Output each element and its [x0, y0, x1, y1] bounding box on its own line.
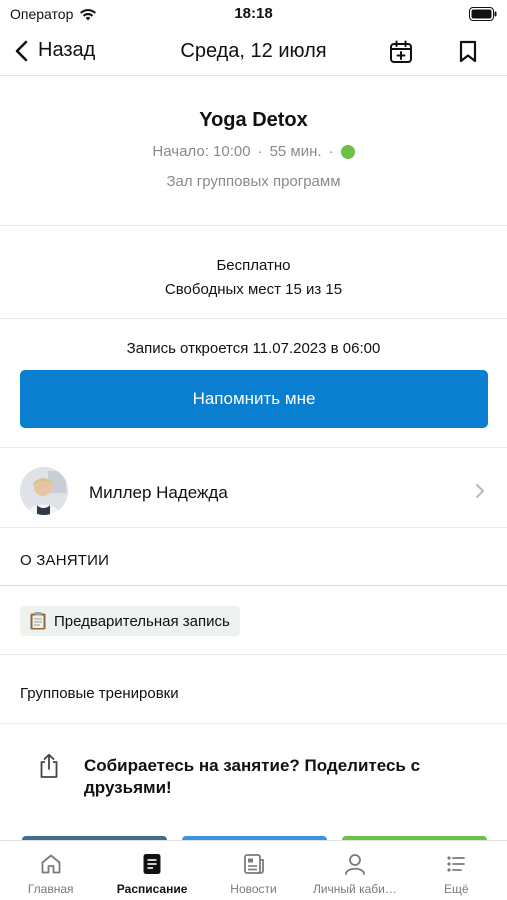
class-title: Yoga Detox	[199, 109, 308, 131]
class-hall: Зал групповых программ	[166, 173, 341, 190]
navigation-bar: Назад Среда, 12 июля	[0, 30, 507, 76]
class-info-section: Yoga Detox Начало: 10:00 · 55 мин. · Зал…	[0, 77, 507, 226]
clipboard-icon	[30, 612, 46, 630]
chevron-left-icon	[15, 40, 28, 61]
share-row[interactable]: Собираетесь на занятие? Поделитесь с дру…	[0, 725, 507, 818]
home-icon	[41, 854, 61, 874]
tab-bar: Главная Расписание Новости Личный каби…	[0, 840, 507, 900]
tab-label: Новости	[230, 882, 277, 896]
separator: ·	[328, 143, 334, 160]
tag-section: Предварительная запись	[0, 587, 507, 655]
tag-chip: Предварительная запись	[20, 606, 240, 636]
share-icon	[40, 753, 58, 778]
trainer-name: Миллер Надежда	[89, 483, 228, 502]
tab-label: Личный каби…	[312, 882, 397, 896]
price: Бесплатно	[216, 257, 291, 274]
tab-schedule[interactable]: Расписание	[101, 841, 202, 900]
chevron-right-icon	[476, 484, 484, 498]
news-icon	[243, 854, 264, 874]
pricing-section: Бесплатно Свободных мест 15 из 15	[0, 227, 507, 319]
section-title: О ЗАНЯТИИ	[20, 552, 110, 569]
battery-icon	[469, 7, 497, 21]
tab-label: Ещё	[444, 882, 469, 896]
tag-label: Предварительная запись	[54, 612, 230, 630]
status-bar: Оператор 18:18	[0, 0, 507, 30]
tab-more[interactable]: Ещё	[406, 841, 507, 900]
trainer-avatar	[20, 467, 68, 515]
available-spots: Свободных мест 15 из 15	[164, 281, 343, 298]
class-meta: Начало: 10:00 · 55 мин. ·	[0, 143, 507, 160]
clock: 18:18	[234, 5, 273, 22]
bookmark-icon[interactable]	[458, 40, 478, 64]
status-indicator	[340, 144, 355, 159]
remind-me-button[interactable]: Напомнить мне	[20, 370, 488, 428]
more-icon	[447, 856, 466, 872]
schedule-icon	[143, 854, 161, 874]
tab-label: Расписание	[116, 882, 188, 896]
signup-section: Запись откроется 11.07.2023 в 06:00 Напо…	[0, 320, 507, 448]
about-header: О ЗАНЯТИИ	[0, 529, 507, 586]
class-start-time: Начало: 10:00	[152, 143, 251, 160]
add-to-calendar-icon[interactable]	[388, 39, 414, 65]
class-category: Групповые тренировки	[20, 685, 179, 702]
trainer-row[interactable]: Миллер Надежда	[0, 449, 507, 528]
category-section: Групповые тренировки	[0, 656, 507, 724]
share-prompt: Собираетесь на занятие? Поделитесь с дру…	[84, 756, 421, 797]
tab-profile[interactable]: Личный каби…	[304, 841, 405, 900]
tab-label: Главная	[27, 882, 74, 896]
tab-news[interactable]: Новости	[203, 841, 304, 900]
back-label: Назад	[38, 39, 96, 61]
back-button[interactable]: Назад	[14, 39, 95, 62]
signup-opens-note: Запись откроется 11.07.2023 в 06:00	[126, 340, 381, 357]
class-duration: 55 мин.	[269, 143, 322, 160]
profile-icon	[345, 854, 365, 875]
separator: ·	[257, 143, 263, 160]
tab-home[interactable]: Главная	[0, 841, 101, 900]
